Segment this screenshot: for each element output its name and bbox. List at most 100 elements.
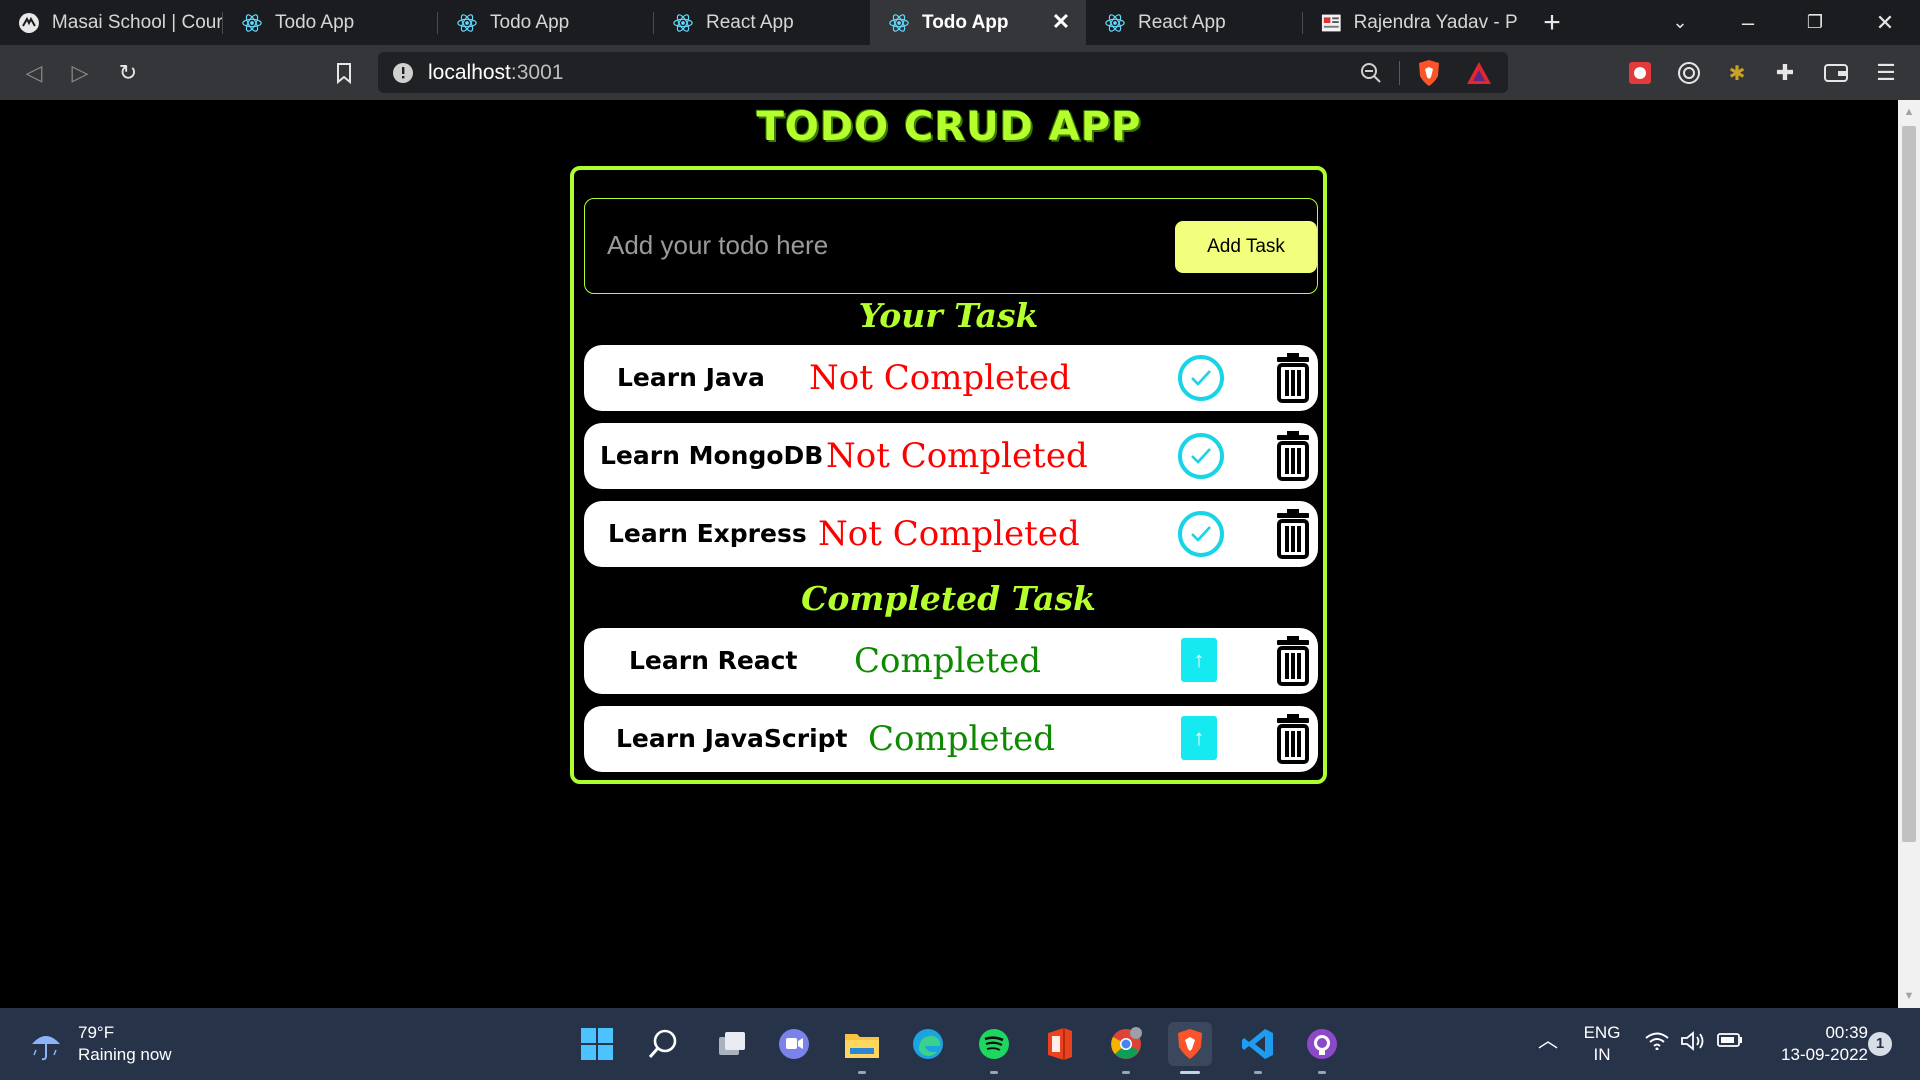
tab-portfolio[interactable]: Rajendra Yadav - Po	[1303, 0, 1517, 45]
add-task-button[interactable]: Add Task	[1175, 221, 1317, 273]
trash-icon[interactable]	[1273, 431, 1313, 481]
teams-chat-icon[interactable]	[772, 1022, 816, 1066]
taskbar: 79°F Raining now ︿ ENG IN 00:39 13-09-20…	[0, 1008, 1920, 1080]
wifi-icon[interactable]	[1645, 1032, 1669, 1056]
forward-icon[interactable]: ▷	[60, 53, 100, 93]
minimize-icon[interactable]: –	[1723, 0, 1773, 45]
tab-title: Todo App	[490, 11, 570, 33]
tab-title: Todo App	[275, 11, 355, 33]
tab-todo-app-1[interactable]: Todo App	[223, 0, 437, 45]
clock[interactable]: 00:39 13-09-2022	[1756, 1022, 1868, 1066]
task-row: Learn Express Not Completed	[584, 501, 1318, 567]
task-name: Learn React	[629, 646, 798, 675]
task-row: Learn Java Not Completed	[584, 345, 1318, 411]
tab-todo-app-2[interactable]: Todo App	[438, 0, 653, 45]
move-up-arrow-icon[interactable]: ↑	[1181, 638, 1217, 682]
move-up-arrow-icon[interactable]: ↑	[1181, 716, 1217, 760]
tab-todo-app-active[interactable]: Todo App ✕	[870, 0, 1086, 45]
new-tab-button[interactable]: +	[1527, 0, 1577, 45]
trash-icon[interactable]	[1273, 714, 1313, 764]
tab-search-chevron-icon[interactable]: ⌄	[1655, 0, 1705, 45]
weather-widget[interactable]: 79°F Raining now	[28, 1022, 172, 1066]
bookmark-icon[interactable]	[324, 53, 364, 93]
weather-temp: 79°F	[78, 1023, 115, 1042]
spotify-icon[interactable]	[972, 1022, 1016, 1074]
task-status: Not Completed	[826, 436, 1088, 476]
vscode-icon[interactable]	[1236, 1022, 1280, 1074]
extension-red-icon[interactable]	[1620, 53, 1660, 93]
tab-title: React App	[1138, 11, 1226, 33]
trash-icon[interactable]	[1273, 353, 1313, 403]
tab-masai-school[interactable]: Masai School | Cour	[0, 0, 222, 45]
todo-input[interactable]	[607, 219, 1147, 271]
vertical-scrollbar[interactable]: ▲ ▼	[1898, 100, 1920, 1008]
scroll-down-icon[interactable]: ▼	[1898, 986, 1920, 1006]
menu-icon[interactable]: ☰	[1866, 53, 1906, 93]
weather-text: 79°F Raining now	[78, 1022, 172, 1066]
task-status: Completed	[868, 719, 1056, 759]
masai-icon	[18, 12, 39, 33]
omnibox-divider	[1399, 61, 1400, 85]
task-row: Learn React Completed ↑	[584, 628, 1318, 694]
tab-react-app-1[interactable]: React App	[654, 0, 870, 45]
close-window-icon[interactable]: ✕	[1860, 0, 1910, 45]
search-icon[interactable]	[641, 1022, 685, 1066]
chrome-icon[interactable]	[1104, 1022, 1148, 1074]
language-indicator[interactable]: ENG IN	[1580, 1022, 1624, 1066]
github-desktop-icon[interactable]	[1300, 1022, 1344, 1074]
tab-bar: Masai School | Cour Todo App Todo App Re…	[0, 0, 1920, 45]
region-code: IN	[1593, 1045, 1611, 1064]
address-bar[interactable]: localhost:3001	[378, 52, 1508, 93]
show-hidden-icons-chevron[interactable]: ︿	[1538, 1030, 1558, 1052]
url-text[interactable]: localhost:3001	[428, 61, 563, 85]
todo-panel: Add Task Your Task Learn Java Not Comple…	[570, 166, 1327, 784]
info-icon[interactable]	[392, 62, 414, 84]
zoom-icon[interactable]	[1360, 62, 1382, 84]
extension-target-icon[interactable]	[1669, 53, 1709, 93]
mark-complete-check-icon[interactable]	[1178, 511, 1224, 557]
app-title: TODO CRUD APP	[756, 104, 1142, 150]
clock-time: 00:39	[1825, 1023, 1868, 1042]
trash-icon[interactable]	[1273, 636, 1313, 686]
brave-shields-icon[interactable]	[1416, 59, 1442, 87]
office-icon[interactable]	[1038, 1022, 1082, 1066]
brave-rewards-icon[interactable]	[1466, 61, 1492, 85]
brave-browser-icon[interactable]	[1168, 1022, 1212, 1074]
battery-icon[interactable]	[1717, 1032, 1743, 1054]
add-todo-form: Add Task	[584, 198, 1318, 294]
task-view-icon[interactable]	[710, 1022, 754, 1066]
completed-section-title: Completed Task	[801, 579, 1096, 618]
task-name: Learn MongoDB	[600, 441, 824, 470]
scroll-up-icon[interactable]: ▲	[1898, 102, 1920, 122]
url-host: localhost	[428, 61, 511, 84]
extensions-puzzle-icon[interactable]: ✚	[1765, 53, 1805, 93]
task-name: Learn JavaScript	[616, 724, 848, 753]
tab-title: React App	[706, 11, 794, 33]
close-tab-icon[interactable]: ✕	[1048, 9, 1074, 35]
edge-icon[interactable]	[906, 1022, 950, 1066]
file-explorer-icon[interactable]	[840, 1022, 884, 1074]
task-name: Learn Express	[608, 519, 807, 548]
react-icon	[889, 13, 909, 32]
reload-icon[interactable]: ↻	[108, 53, 148, 93]
language-code: ENG	[1583, 1023, 1621, 1042]
tab-title: Todo App	[922, 11, 1009, 33]
wallet-icon[interactable]	[1816, 53, 1856, 93]
url-port: :3001	[510, 61, 564, 84]
umbrella-rain-icon	[32, 1036, 60, 1061]
restore-icon[interactable]: ❐	[1790, 0, 1840, 45]
scrollbar-thumb[interactable]	[1902, 126, 1916, 842]
react-icon	[457, 13, 477, 32]
notification-badge[interactable]: 1	[1868, 1032, 1892, 1056]
back-icon[interactable]: ◁	[14, 53, 54, 93]
trash-icon[interactable]	[1273, 509, 1313, 559]
react-icon	[1105, 13, 1125, 32]
start-windows-icon[interactable]	[575, 1022, 619, 1066]
volume-icon[interactable]	[1680, 1030, 1706, 1058]
extension-bug-icon[interactable]: ✱	[1717, 53, 1757, 93]
task-row: Learn JavaScript Completed ↑	[584, 706, 1318, 772]
mark-complete-check-icon[interactable]	[1178, 355, 1224, 401]
mark-complete-check-icon[interactable]	[1178, 433, 1224, 479]
tab-react-app-2[interactable]: React App	[1086, 0, 1302, 45]
browser-toolbar: ◁ ▷ ↻ localhost:3001 ✱ ✚ ☰	[0, 45, 1920, 100]
